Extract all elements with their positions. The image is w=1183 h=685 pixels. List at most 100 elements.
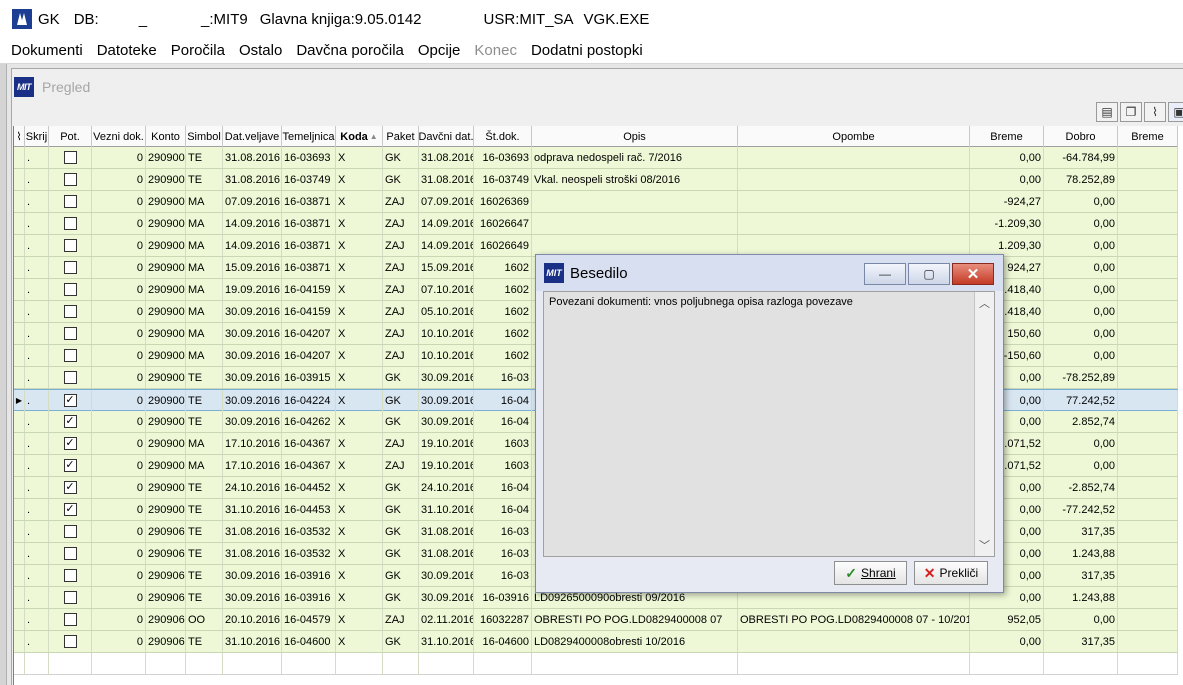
document-icon[interactable]: ▤ xyxy=(1096,102,1118,122)
menu-dodatni-postopki[interactable]: Dodatni postopki xyxy=(524,42,650,59)
unchecked-checkbox[interactable] xyxy=(63,371,77,384)
unchecked-checkbox[interactable] xyxy=(63,239,77,252)
pot-checkbox-cell[interactable] xyxy=(49,257,92,278)
table-row[interactable]: . 0 290900 MA 07.09.2016 16-03871 X ZAJ 07.09.20… xyxy=(14,191,1178,213)
skrij-cell: . xyxy=(25,587,49,608)
close-icon[interactable]: ✕ xyxy=(952,263,994,285)
pot-checkbox-cell[interactable]: ✓ xyxy=(49,455,92,476)
breme2-header[interactable]: Breme xyxy=(1118,126,1178,147)
documents-icon[interactable]: ❐ xyxy=(1120,102,1142,122)
st-dok-header[interactable]: Št.dok. xyxy=(474,126,532,147)
pot-checkbox-cell[interactable] xyxy=(49,279,92,300)
pot-checkbox-cell[interactable] xyxy=(49,213,92,234)
menu-konec[interactable]: Konec xyxy=(467,42,524,59)
unchecked-checkbox[interactable] xyxy=(63,195,77,208)
checked-checkbox[interactable]: ✓ xyxy=(63,415,77,428)
pot-checkbox-cell[interactable] xyxy=(49,345,92,366)
checked-checkbox[interactable]: ✓ xyxy=(63,437,77,450)
image-icon[interactable]: ▣ xyxy=(1168,102,1183,122)
opombe-header[interactable]: Opombe xyxy=(738,126,970,147)
pot-header[interactable]: Pot. xyxy=(49,126,92,147)
unchecked-checkbox[interactable] xyxy=(63,283,77,296)
extra-cell xyxy=(1118,323,1178,344)
pot-checkbox-cell[interactable] xyxy=(49,191,92,212)
menu-davcna-porocila[interactable]: Davčna poročila xyxy=(289,42,411,59)
checked-checkbox[interactable]: ✓ xyxy=(63,394,77,407)
opis-header[interactable]: Opis xyxy=(532,126,738,147)
unchecked-checkbox[interactable] xyxy=(63,305,77,318)
unchecked-checkbox[interactable] xyxy=(63,217,77,230)
minimize-icon[interactable]: — xyxy=(864,263,906,285)
unchecked-checkbox[interactable] xyxy=(63,525,77,538)
maximize-icon[interactable]: ▢ xyxy=(908,263,950,285)
pot-checkbox-cell[interactable] xyxy=(49,521,92,542)
konto-header[interactable]: Konto xyxy=(146,126,186,147)
paket-header[interactable]: Paket xyxy=(383,126,419,147)
vertical-scrollbar[interactable]: ︿ ﹀ xyxy=(974,292,994,556)
checked-checkbox[interactable]: ✓ xyxy=(63,459,77,472)
unchecked-checkbox[interactable] xyxy=(63,635,77,648)
table-row[interactable]: . 0 290900 TE 31.08.2016 16-03749 X GK 31.08.201… xyxy=(14,169,1178,191)
pot-checkbox-cell[interactable]: ✓ xyxy=(49,390,92,411)
menu-ostalo[interactable]: Ostalo xyxy=(232,42,289,59)
save-button[interactable]: ✓ Shrani xyxy=(834,561,907,585)
unchecked-checkbox[interactable] xyxy=(63,569,77,582)
pot-checkbox-cell[interactable]: ✓ xyxy=(49,499,92,520)
dobro-header[interactable]: Dobro xyxy=(1044,126,1118,147)
pot-checkbox-cell[interactable] xyxy=(49,367,92,388)
pot-checkbox-cell[interactable] xyxy=(49,631,92,652)
dialog-text-area[interactable]: Povezani dokumenti: vnos poljubnega opis… xyxy=(543,291,995,557)
pot-checkbox-cell[interactable] xyxy=(49,169,92,190)
pot-checkbox-cell[interactable] xyxy=(49,301,92,322)
table-row[interactable]: . 0 290900 TE 31.08.2016 16-03693 X GK 31.08.201… xyxy=(14,147,1178,169)
scroll-up-icon[interactable]: ︿ xyxy=(975,294,994,312)
menu-porocila[interactable]: Poročila xyxy=(164,42,232,59)
pot-checkbox-cell[interactable]: ✓ xyxy=(49,433,92,454)
davcni-dat-header[interactable]: Davčni dat. xyxy=(419,126,474,147)
table-row[interactable]: . 0 290906 OO 20.10.2016 16-04579 X ZAJ 02.11.20… xyxy=(14,609,1178,631)
scroll-down-icon[interactable]: ﹀ xyxy=(975,536,994,554)
menu-dokumenti[interactable]: Dokumenti xyxy=(0,42,90,59)
table-row[interactable]: . 0 290900 MA 14.09.2016 16-03871 X ZAJ 14.09.20… xyxy=(14,213,1178,235)
konto-cell: 290900 xyxy=(146,345,186,366)
unchecked-checkbox[interactable] xyxy=(63,173,77,186)
cancel-button[interactable]: ✕ Prekliči xyxy=(914,561,988,585)
pot-checkbox-cell[interactable] xyxy=(49,565,92,586)
unchecked-checkbox[interactable] xyxy=(63,613,77,626)
koda-cell: X xyxy=(336,279,383,300)
pot-checkbox-cell[interactable] xyxy=(49,543,92,564)
temeljnica-header[interactable]: Temeljnica xyxy=(282,126,336,147)
pot-checkbox-cell[interactable] xyxy=(49,235,92,256)
breme-header[interactable]: Breme xyxy=(970,126,1044,147)
row-indicator xyxy=(14,521,25,542)
table-row[interactable]: . 0 290906 TE 31.10.2016 16-04600 X GK 31.10.201… xyxy=(14,631,1178,653)
vezni-dok-header[interactable]: Vezni dok. xyxy=(92,126,146,147)
dat-veljave-header[interactable]: Dat.veljave xyxy=(223,126,282,147)
row-indicator-header[interactable]: ⌇ xyxy=(14,126,25,147)
skrij-header[interactable]: Skrij xyxy=(25,126,49,147)
pot-checkbox-cell[interactable]: ✓ xyxy=(49,411,92,432)
column-label: Opis xyxy=(623,130,646,143)
unchecked-checkbox[interactable] xyxy=(63,327,77,340)
row-indicator xyxy=(14,455,25,476)
unchecked-checkbox[interactable] xyxy=(63,261,77,274)
pot-checkbox-cell[interactable] xyxy=(49,323,92,344)
pot-checkbox-cell[interactable] xyxy=(49,587,92,608)
pot-checkbox-cell[interactable]: ✓ xyxy=(49,477,92,498)
unchecked-checkbox[interactable] xyxy=(63,547,77,560)
koda-header[interactable]: Koda ▲ xyxy=(336,126,383,147)
checked-checkbox[interactable]: ✓ xyxy=(63,481,77,494)
simbol-header[interactable]: Simbol xyxy=(186,126,223,147)
unchecked-checkbox[interactable] xyxy=(63,591,77,604)
unchecked-checkbox[interactable] xyxy=(63,151,77,164)
davcni-cell: 31.08.2016 xyxy=(419,543,474,564)
menu-datoteke[interactable]: Datoteke xyxy=(90,42,164,59)
paket-cell: GK xyxy=(383,587,419,608)
stdok-cell: 16026649 xyxy=(474,235,532,256)
paperclip-icon[interactable]: ⌇ xyxy=(1144,102,1166,122)
pot-checkbox-cell[interactable] xyxy=(49,609,92,630)
checked-checkbox[interactable]: ✓ xyxy=(63,503,77,516)
unchecked-checkbox[interactable] xyxy=(63,349,77,362)
menu-opcije[interactable]: Opcije xyxy=(411,42,468,59)
pot-checkbox-cell[interactable] xyxy=(49,147,92,168)
